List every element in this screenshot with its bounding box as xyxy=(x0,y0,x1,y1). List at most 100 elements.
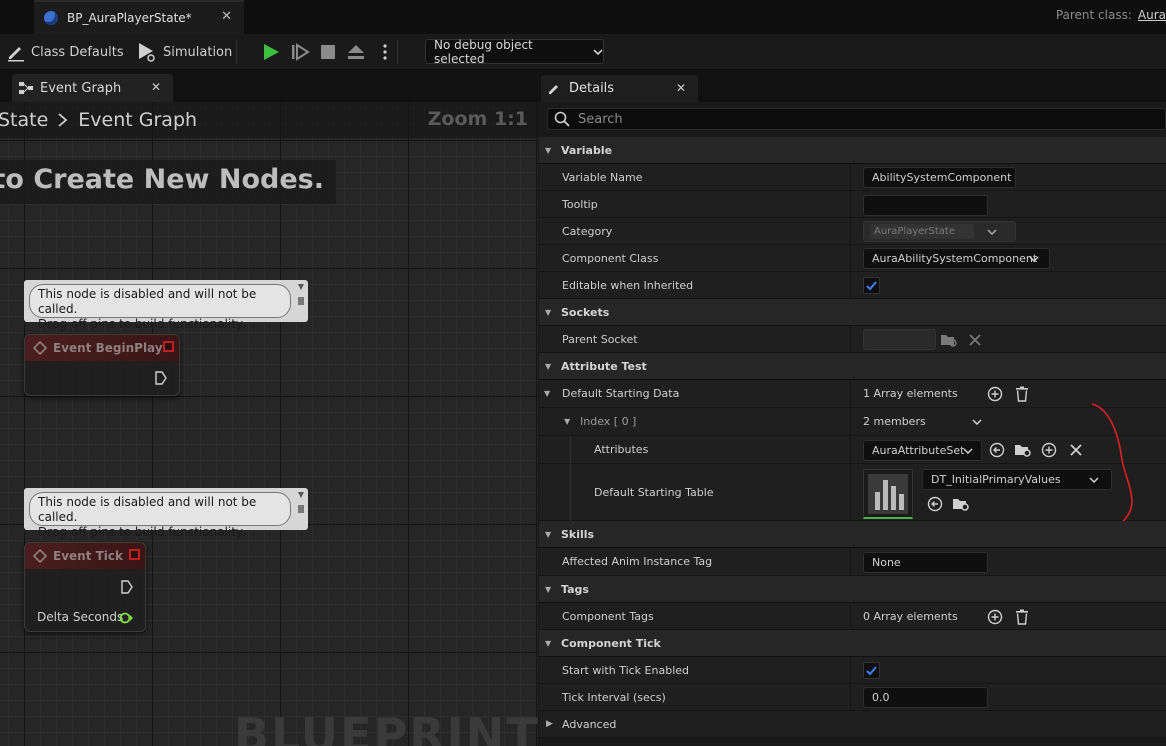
parent-socket-field[interactable] xyxy=(863,329,936,350)
add-element-icon[interactable] xyxy=(987,386,1003,402)
graph-icon xyxy=(19,82,33,94)
delegate-pin[interactable] xyxy=(163,341,174,352)
expand-arrow-icon[interactable]: ▼ xyxy=(564,408,570,435)
use-selected-icon[interactable] xyxy=(989,442,1005,458)
chevron-down-icon xyxy=(987,229,997,235)
class-defaults-button[interactable]: Class Defaults xyxy=(6,40,124,64)
component-class-value: AuraAbilitySystemComponent xyxy=(872,252,1038,265)
category-tags[interactable]: ▼ Tags xyxy=(539,576,1166,603)
step-icon xyxy=(292,43,310,61)
comment-line-1: This node is disabled and will not be ca… xyxy=(38,287,257,316)
browse-socket-icon[interactable] xyxy=(940,332,958,348)
close-icon[interactable]: ✕ xyxy=(151,80,161,94)
more-options-icon[interactable] xyxy=(380,40,390,64)
row-default-starting-table: Default Starting Table DT_InitialPrimary… xyxy=(539,464,1166,521)
row-component-class: Component Class AuraAbilitySystemCompone… xyxy=(539,245,1166,272)
category-skills[interactable]: ▼ Skills xyxy=(539,521,1166,548)
row-advanced[interactable]: ▶ Advanced xyxy=(539,711,1166,738)
eject-icon xyxy=(348,45,364,59)
data-table-thumbnail[interactable] xyxy=(863,469,913,519)
variable-name-field[interactable]: AbilitySystemComponent xyxy=(863,167,1016,188)
tick-interval-field[interactable]: 0.0 xyxy=(863,687,988,708)
tab-event-graph[interactable]: Event Graph ✕ xyxy=(12,74,173,102)
graph-tab-bar: Event Graph ✕ xyxy=(0,71,538,102)
browse-icon[interactable] xyxy=(1014,442,1032,458)
pin-icon[interactable] xyxy=(297,491,305,515)
chevron-down-icon[interactable] xyxy=(972,419,982,425)
collapse-arrow-icon: ▼ xyxy=(545,529,552,539)
advanced-label: Advanced xyxy=(562,717,617,731)
comment-bubble: This node is disabled and will not be ca… xyxy=(29,492,291,539)
category-label: Attribute Test xyxy=(561,359,647,373)
index-label: Index [ 0 ] xyxy=(580,415,637,428)
collapse-arrow-icon: ▼ xyxy=(545,361,552,371)
chevron-down-icon xyxy=(963,448,973,454)
category-sockets[interactable]: ▼ Sockets xyxy=(539,299,1166,326)
event-beginplay-node[interactable]: Event BeginPlay xyxy=(24,334,180,396)
eject-button[interactable] xyxy=(346,40,366,64)
start-tick-label: Start with Tick Enabled xyxy=(562,663,690,677)
search-icon xyxy=(554,111,570,127)
delegate-pin[interactable] xyxy=(129,549,140,560)
editable-inherited-checkbox[interactable] xyxy=(863,277,880,294)
category-component-tick[interactable]: ▼ Component Tick xyxy=(539,630,1166,657)
browse-icon[interactable] xyxy=(952,496,970,512)
parent-class-link[interactable]: Aura xyxy=(1138,8,1166,22)
debug-object-select[interactable]: No debug object selected xyxy=(425,38,604,66)
event-diamond-icon xyxy=(33,549,47,563)
use-selected-icon[interactable] xyxy=(927,496,943,512)
exec-pin-icon[interactable] xyxy=(121,580,133,594)
simulation-button[interactable]: Simulation xyxy=(136,40,232,64)
collapse-arrow-icon: ▼ xyxy=(545,584,552,594)
tooltip-field[interactable] xyxy=(863,195,988,216)
category-attribute-test[interactable]: ▼ Attribute Test xyxy=(539,353,1166,380)
zoom-level: Zoom 1:1 xyxy=(427,108,528,130)
chevron-down-icon xyxy=(1029,256,1039,262)
event-graph-canvas[interactable]: State Event Graph Zoom 1:1 Right-Click t… xyxy=(0,102,538,746)
expand-arrow-icon[interactable]: ▼ xyxy=(544,380,550,407)
title-bar: BP_AuraPlayerState* ✕ Parent class: Aura xyxy=(0,0,1166,34)
pin-icon[interactable] xyxy=(297,283,305,307)
tab-details-label: Details xyxy=(569,81,615,96)
simulation-icon xyxy=(139,43,155,62)
default-starting-data-label: Default Starting Data xyxy=(562,387,680,400)
category-combo[interactable]: AuraPlayerState xyxy=(863,221,1016,242)
close-icon[interactable]: ✕ xyxy=(676,81,686,95)
breadcrumb-current: Event Graph xyxy=(78,109,198,131)
exec-pin-icon[interactable] xyxy=(155,371,167,385)
component-class-label: Component Class xyxy=(562,251,659,265)
tick-interval-label: Tick Interval (secs) xyxy=(562,690,666,704)
details-search-input[interactable]: Search xyxy=(547,108,1166,130)
affected-anim-field[interactable]: None xyxy=(863,552,988,573)
default-starting-table-select[interactable]: DT_InitialPrimaryValues xyxy=(922,469,1112,490)
clear-icon[interactable] xyxy=(968,333,982,347)
breadcrumb-parent[interactable]: State xyxy=(0,109,48,131)
trash-icon[interactable] xyxy=(1015,609,1029,625)
collapse-arrow-icon: ▼ xyxy=(545,638,552,648)
category-label: Tags xyxy=(561,582,589,596)
row-affected-anim: Affected Anim Instance Tag None xyxy=(539,548,1166,576)
event-tick-node[interactable]: Event Tick Delta Seconds xyxy=(24,542,146,632)
float-pin-icon[interactable] xyxy=(119,612,133,624)
clear-icon[interactable] xyxy=(1069,443,1083,457)
collapse-arrow-icon: ▼ xyxy=(545,145,552,155)
step-button[interactable] xyxy=(290,40,310,64)
add-element-icon[interactable] xyxy=(987,609,1003,625)
add-icon[interactable] xyxy=(1041,442,1057,458)
play-button[interactable] xyxy=(261,40,281,64)
start-tick-checkbox[interactable] xyxy=(863,662,880,679)
tab-details[interactable]: Details ✕ xyxy=(541,75,698,102)
trash-icon[interactable] xyxy=(1015,386,1029,402)
blueprint-icon xyxy=(44,11,58,25)
default-starting-data-value: 1 Array elements xyxy=(863,387,958,400)
attributes-select[interactable]: AuraAttributeSet xyxy=(863,440,982,461)
node-header: Event BeginPlay xyxy=(25,335,179,361)
component-class-select[interactable]: AuraAbilitySystemComponent xyxy=(863,248,1050,269)
close-icon[interactable]: ✕ xyxy=(221,9,232,24)
category-variable[interactable]: ▼ Variable xyxy=(539,137,1166,164)
row-tick-interval: Tick Interval (secs) 0.0 xyxy=(539,684,1166,711)
chevron-right-icon xyxy=(58,113,68,127)
parent-socket-label: Parent Socket xyxy=(562,332,638,346)
stop-button[interactable] xyxy=(319,40,337,64)
document-tab[interactable]: BP_AuraPlayerState* ✕ xyxy=(34,0,244,34)
